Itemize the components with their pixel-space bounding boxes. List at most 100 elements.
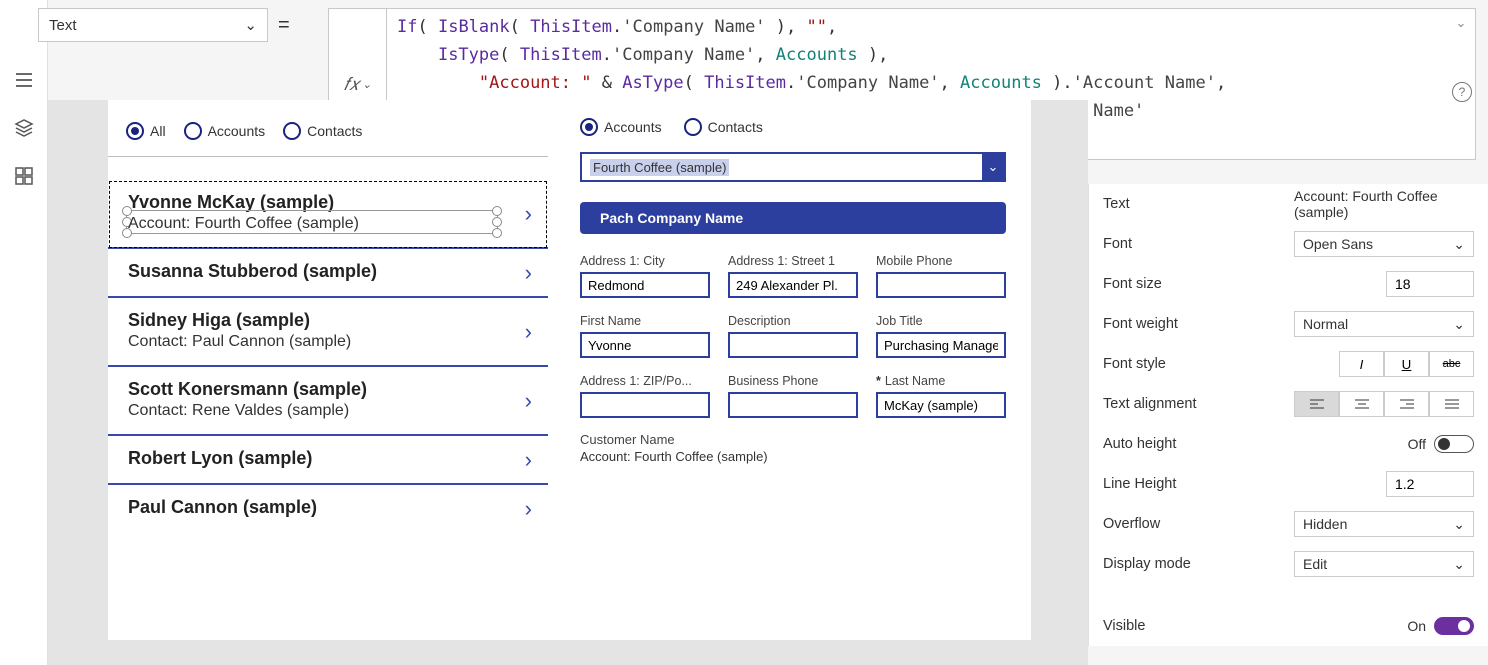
chevron-down-icon: ⌄ <box>1453 236 1465 253</box>
gallery-item-subtitle: Contact: Paul Cannon (sample) <box>128 333 536 351</box>
form-radio-contacts[interactable]: Contacts <box>684 118 763 136</box>
radio-accounts[interactable]: Accounts <box>184 122 266 140</box>
field-business-phone: Business Phone <box>728 374 858 418</box>
chevron-right-icon[interactable]: › <box>525 447 532 473</box>
strikethrough-button[interactable]: abc <box>1429 351 1474 377</box>
chevron-right-icon[interactable]: › <box>525 496 532 522</box>
field-input[interactable] <box>580 272 710 298</box>
prop-text-alignment: Text alignment <box>1103 384 1474 424</box>
gallery-item[interactable]: Scott Konersmann (sample) Contact: Rene … <box>108 367 548 436</box>
toggle-label: Off <box>1408 436 1426 452</box>
field-input[interactable] <box>876 272 1006 298</box>
prop-line-height: Line Height <box>1103 464 1474 504</box>
prop-label: Font <box>1103 236 1132 252</box>
hamburger-icon[interactable] <box>14 70 34 90</box>
prop-display-mode: Display mode Edit⌄ <box>1103 544 1474 584</box>
property-selector[interactable]: Text ⌄ <box>38 8 268 42</box>
overflow-dropdown[interactable]: Hidden ⌄ <box>1294 511 1474 537</box>
prop-font: Font Open Sans ⌄ <box>1103 224 1474 264</box>
visible-toggle[interactable]: On <box>1407 617 1474 635</box>
field-description: Description <box>728 314 858 358</box>
field-last-name: *Last Name <box>876 374 1006 418</box>
gallery[interactable]: Yvonne McKay (sample) Account: Fourth Co… <box>108 180 548 532</box>
chevron-down-icon: ⌄ <box>1453 516 1465 533</box>
app-canvas[interactable]: All Accounts Contacts Yvonne McKay (samp… <box>108 100 1031 640</box>
grid-icon[interactable] <box>14 166 34 186</box>
prop-auto-height: Auto height Off <box>1103 424 1474 464</box>
gallery-item-subtitle: Contact: Rene Valdes (sample) <box>128 402 536 420</box>
prop-label: Visible <box>1103 618 1145 634</box>
chevron-down-icon: ⌄ <box>244 16 257 34</box>
align-justify-button[interactable] <box>1429 391 1474 417</box>
field-input[interactable] <box>876 392 1006 418</box>
gallery-item[interactable]: Paul Cannon (sample) › <box>108 485 548 532</box>
prop-font-style: Font style I U abc <box>1103 344 1474 384</box>
prop-label: Font style <box>1103 356 1166 372</box>
header-separator <box>108 156 548 157</box>
chevron-down-icon[interactable]: ⌄ <box>982 154 1004 180</box>
field-job-title: Job Title <box>876 314 1006 358</box>
display-mode-dropdown[interactable]: Edit⌄ <box>1294 551 1474 577</box>
prop-label: Display mode <box>1103 556 1191 572</box>
form-radio-group[interactable]: Accounts Contacts <box>580 118 1006 136</box>
field-input[interactable] <box>728 332 858 358</box>
gallery-item-title: Susanna Stubberod (sample) <box>128 261 536 282</box>
gallery-item[interactable]: Sidney Higa (sample) Contact: Paul Canno… <box>108 298 548 367</box>
combo-selected-value: Fourth Coffee (sample) <box>590 159 729 176</box>
italic-button[interactable]: I <box>1339 351 1384 377</box>
chevron-right-icon[interactable]: › <box>525 260 532 286</box>
prop-overflow: Overflow Hidden⌄ <box>1103 504 1474 544</box>
font-dropdown[interactable]: Open Sans ⌄ <box>1294 231 1474 257</box>
field-address1-city: Address 1: City <box>580 254 710 298</box>
field-input[interactable] <box>728 392 858 418</box>
customer-name-display: Customer Name Account: Fourth Coffee (sa… <box>580 432 1006 464</box>
prop-text: Text Account: Fourth Coffee (sample) <box>1103 184 1474 224</box>
field-input[interactable] <box>580 392 710 418</box>
prop-label: Font size <box>1103 276 1162 292</box>
field-address1-street1: Address 1: Street 1 <box>728 254 858 298</box>
field-address1-zip: Address 1: ZIP/Po... <box>580 374 710 418</box>
layers-icon[interactable] <box>14 118 34 138</box>
radio-circle-icon <box>184 122 202 140</box>
align-center-button[interactable] <box>1339 391 1384 417</box>
gallery-item-title: Scott Konersmann (sample) <box>128 379 536 400</box>
company-combo[interactable]: Fourth Coffee (sample) ⌄ <box>580 152 1006 182</box>
prop-label: Font weight <box>1103 316 1178 332</box>
patch-company-button[interactable]: Pach Company Name <box>580 202 1006 234</box>
field-label: Address 1: ZIP/Po... <box>580 374 710 388</box>
field-input[interactable] <box>728 272 858 298</box>
gallery-item[interactable]: Yvonne McKay (sample) Account: Fourth Co… <box>108 180 548 249</box>
customer-name-label: Customer Name <box>580 432 1006 447</box>
underline-button[interactable]: U <box>1384 351 1429 377</box>
field-label: First Name <box>580 314 710 328</box>
prop-visible: Visible On <box>1103 606 1474 646</box>
toggle-switch-icon <box>1434 435 1474 453</box>
font-weight-dropdown[interactable]: Normal⌄ <box>1294 311 1474 337</box>
chevron-right-icon[interactable]: › <box>525 319 532 345</box>
help-icon[interactable]: ? <box>1452 82 1472 102</box>
prop-value[interactable]: Account: Fourth Coffee (sample) <box>1294 188 1474 220</box>
gallery-item-subtitle[interactable]: Account: Fourth Coffee (sample) <box>128 215 536 233</box>
radio-label: Accounts <box>604 119 662 135</box>
chevron-right-icon[interactable]: › <box>525 388 532 414</box>
dropdown-value: Open Sans <box>1303 236 1373 252</box>
auto-height-toggle[interactable]: Off <box>1408 435 1474 453</box>
radio-label: Accounts <box>208 123 266 139</box>
gallery-item[interactable]: Robert Lyon (sample) › <box>108 436 548 485</box>
align-right-button[interactable] <box>1384 391 1429 417</box>
field-input[interactable] <box>876 332 1006 358</box>
radio-contacts[interactable]: Contacts <box>283 122 362 140</box>
line-height-input[interactable] <box>1386 471 1474 497</box>
radio-all[interactable]: All <box>126 122 166 140</box>
property-row: Text ⌄ = <box>38 8 300 42</box>
align-left-button[interactable] <box>1294 391 1339 417</box>
gallery-item[interactable]: Susanna Stubberod (sample) › <box>108 249 548 298</box>
font-size-input[interactable] <box>1386 271 1474 297</box>
dropdown-value: Hidden <box>1303 516 1347 532</box>
prop-label: Auto height <box>1103 436 1176 452</box>
field-input[interactable] <box>580 332 710 358</box>
prop-font-weight: Font weight Normal⌄ <box>1103 304 1474 344</box>
font-style-segment: I U abc <box>1339 351 1474 377</box>
form-radio-accounts[interactable]: Accounts <box>580 118 662 136</box>
radio-circle-icon <box>283 122 301 140</box>
